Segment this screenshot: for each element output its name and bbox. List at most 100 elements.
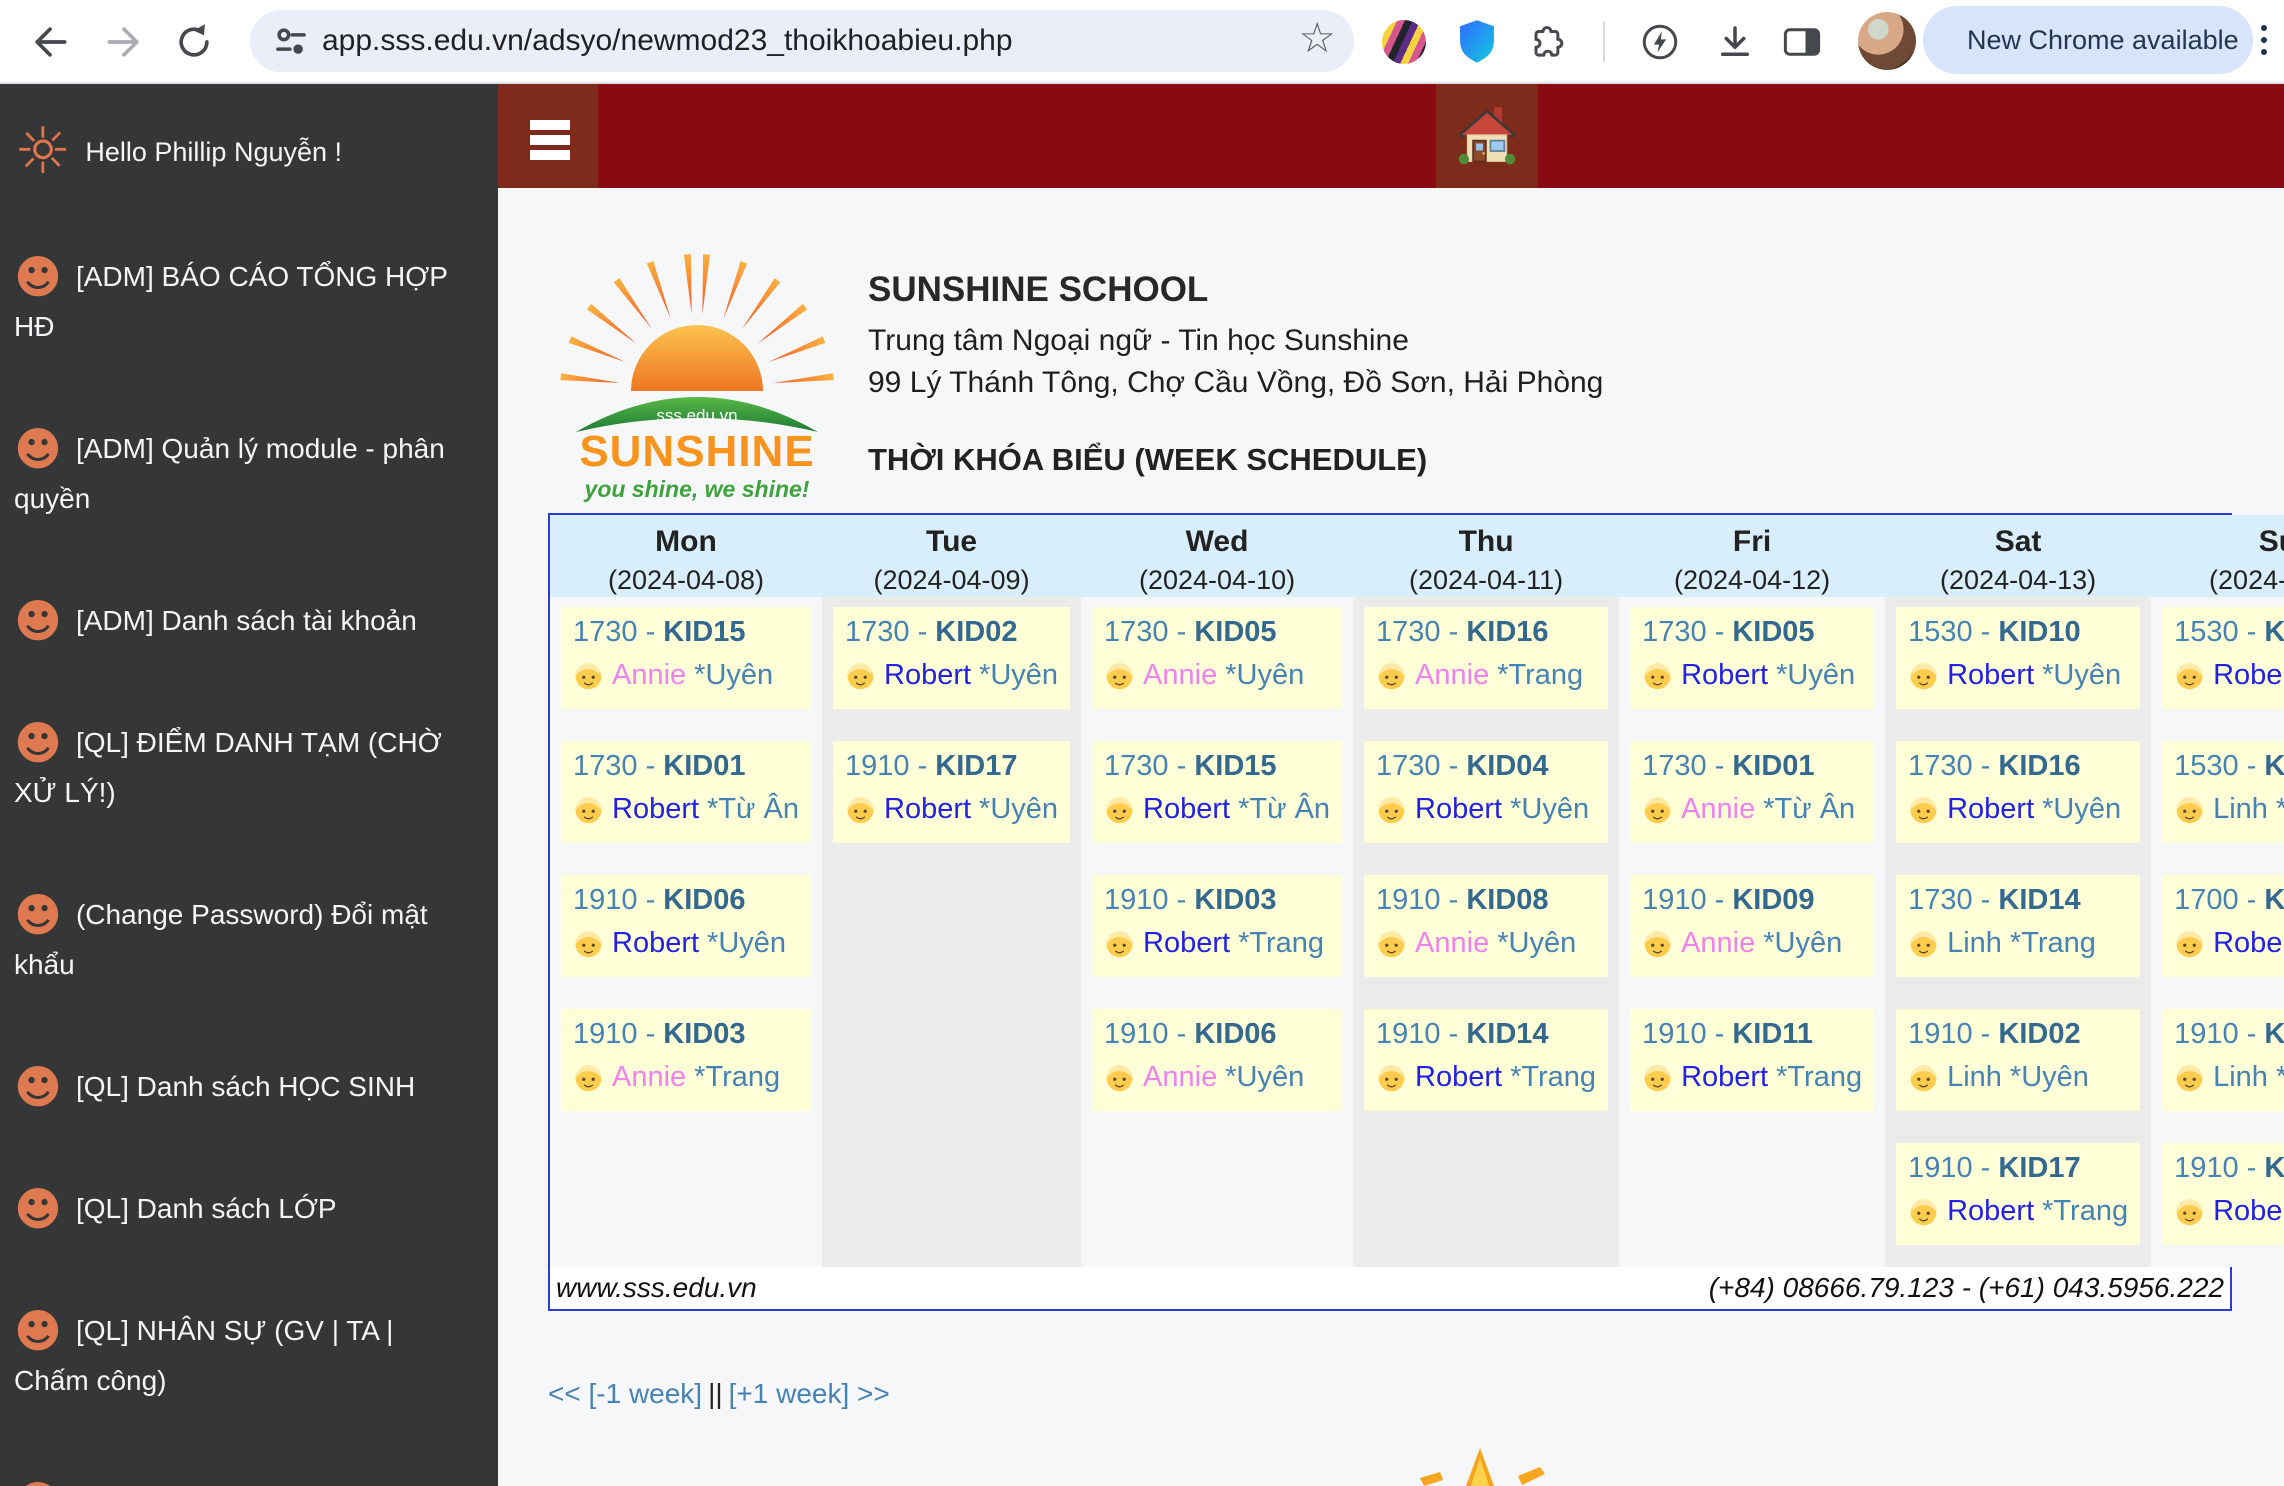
chrome-update-button[interactable]: New Chrome available: [1923, 6, 2267, 74]
entry-class-link[interactable]: KID05: [1194, 616, 1276, 648]
entry-teacher-link[interactable]: Robert: [612, 793, 699, 826]
color-circle-extension-icon[interactable]: [1382, 20, 1426, 64]
schedule-entry: 1730 - KID15 Robert *Từ Ân: [1092, 741, 1343, 843]
entry-time: 1730: [1642, 750, 1707, 782]
entry-class-link[interactable]: KID06: [663, 884, 745, 916]
url-text[interactable]: app.sss.edu.vn/adsyo/newmod23_thoikhoabi…: [322, 24, 1013, 58]
entry-teacher-link[interactable]: Annie: [1143, 1061, 1217, 1094]
side-panel-icon[interactable]: [1774, 14, 1830, 70]
entry-teacher-link[interactable]: Robert: [1947, 659, 2034, 692]
hamburger-menu-button[interactable]: [498, 84, 598, 188]
entry-time: 1910: [1642, 1018, 1707, 1050]
entry-teacher-link[interactable]: Robert: [884, 659, 971, 692]
entry-class-link[interactable]: KID14: [1466, 1018, 1548, 1050]
entry-teacher-link[interactable]: Linh: [2213, 793, 2268, 826]
url-bar[interactable]: app.sss.edu.vn/adsyo/newmod23_thoikhoabi…: [250, 10, 1354, 72]
entry-class-link[interactable]: KID15: [1194, 750, 1276, 782]
site-info-icon[interactable]: [272, 23, 310, 66]
entry-teacher-link[interactable]: Annie: [1415, 927, 1489, 960]
entry-teacher-link[interactable]: Linh: [1947, 927, 2002, 960]
entry-time: 1910: [1376, 884, 1441, 916]
entry-teacher-link[interactable]: Robert: [1681, 659, 1768, 692]
entry-teacher-link[interactable]: Annie: [1143, 659, 1217, 692]
entry-class-link[interactable]: KID06: [1194, 1018, 1276, 1050]
entry-teacher-link[interactable]: Annie: [612, 1061, 686, 1094]
entry-class-link[interactable]: KID04: [1466, 750, 1548, 782]
sidebar-item-1[interactable]: ☻ [ADM] BÁO CÁO TỔNG HỢP HĐ: [14, 252, 466, 352]
entry-teacher-link[interactable]: Annie: [1681, 927, 1755, 960]
entry-class-link[interactable]: KID16: [1466, 616, 1548, 648]
sidebar-item-4[interactable]: ☻ [QL] ĐIỂM DANH TẠM (CHỜ XỬ LÝ!): [14, 718, 466, 818]
entry-class-link[interactable]: KID15: [663, 616, 745, 648]
reload-button[interactable]: [166, 14, 222, 70]
sidebar-item-5[interactable]: ☻ (Change Password) Đổi mật khẩu: [14, 890, 466, 990]
entry-teacher-link[interactable]: Annie: [1415, 659, 1489, 692]
entry-class-link[interactable]: KID10: [2264, 750, 2284, 782]
back-button[interactable]: [22, 14, 78, 70]
entry-class-link[interactable]: KID02: [1998, 1018, 2080, 1050]
entry-teacher-link[interactable]: Robert: [612, 927, 699, 960]
smiley-icon: ☻: [14, 1182, 62, 1236]
entry-class-link[interactable]: KID07: [2264, 616, 2284, 648]
entry-class-link[interactable]: KID11: [1732, 1018, 1813, 1050]
entry-teacher-link[interactable]: Robert: [1143, 927, 1230, 960]
sidebar-item-7[interactable]: ☻ [QL] Danh sách LỚP: [14, 1184, 466, 1234]
entry-teacher-link[interactable]: Linh: [2213, 1061, 2268, 1094]
browser-menu-dots-icon[interactable]: [2260, 25, 2267, 55]
entry-class-link[interactable]: KID11: [2264, 1018, 2284, 1050]
entry-room: *Uyên: [1763, 927, 1843, 959]
entry-teacher-link[interactable]: Robert: [2213, 1195, 2284, 1228]
entry-teacher-link[interactable]: Annie: [1681, 793, 1755, 826]
bookmark-star-icon[interactable]: ☆: [1298, 13, 1336, 62]
entry-teacher-link[interactable]: Robert: [2213, 927, 2284, 960]
entry-dash: -: [1972, 616, 1999, 648]
entry-class-link[interactable]: KID01: [663, 750, 745, 782]
entry-class-link[interactable]: KID17: [1998, 1152, 2080, 1184]
entry-teacher-link[interactable]: Robert: [2213, 659, 2284, 692]
home-button[interactable]: [1436, 84, 1538, 188]
entry-teacher-link[interactable]: Robert: [1947, 1195, 2034, 1228]
entry-class-link[interactable]: KID09: [1732, 884, 1814, 916]
entry-class-link[interactable]: KID01: [1732, 750, 1814, 782]
schedule-entry: 1910 - KID06 Robert *Uyên: [561, 875, 811, 977]
entry-teacher-link[interactable]: Robert: [1415, 793, 1502, 826]
entry-class-link[interactable]: KID03: [1194, 884, 1276, 916]
forward-button[interactable]: [96, 14, 152, 70]
entry-teacher-link[interactable]: Robert: [884, 793, 971, 826]
shield-extension-icon[interactable]: [1449, 14, 1505, 70]
entry-room: *Uyên: [1776, 659, 1856, 691]
entry-class-link[interactable]: KID08: [1466, 884, 1548, 916]
download-icon[interactable]: [1707, 14, 1763, 70]
entry-class-link[interactable]: KID14: [1998, 884, 2080, 916]
entry-time: 1910: [1104, 1018, 1169, 1050]
prev-week-link[interactable]: << [-1 week]: [548, 1378, 702, 1409]
entry-teacher-link[interactable]: Robert: [1415, 1061, 1502, 1094]
entry-class-link[interactable]: KID09: [2264, 1152, 2284, 1184]
profile-avatar[interactable]: [1858, 12, 1916, 70]
entry-class-link[interactable]: KID05: [1732, 616, 1814, 648]
entry-class-link[interactable]: KID16: [1998, 750, 2080, 782]
sidebar-item-9[interactable]: ☻(test) Xem thời khóa biểu: [14, 1478, 466, 1486]
sidebar-item-3[interactable]: ☻ [ADM] Danh sách tài khoản: [14, 596, 466, 646]
schedule-slot: 1910 - KID09 Annie *Uyên: [1619, 875, 1885, 999]
entry-room: *Trang: [2009, 927, 2096, 959]
entry-class-link[interactable]: KID10: [1998, 616, 2080, 648]
entry-class-link[interactable]: KID02: [935, 616, 1017, 648]
entry-teacher-link[interactable]: Linh: [1947, 1061, 2002, 1094]
entry-teacher-link[interactable]: Robert: [1681, 1061, 1768, 1094]
entry-teacher-link[interactable]: Robert: [1947, 793, 2034, 826]
sidebar-item-6[interactable]: ☻ [QL] Danh sách HỌC SINH: [14, 1062, 466, 1112]
schedule-slot: 1730 - KID02 Robert *Uyên: [822, 607, 1081, 731]
entry-dash: -: [1168, 884, 1195, 916]
entry-class-link[interactable]: KID03: [663, 1018, 745, 1050]
sidebar-item-2[interactable]: ☻ [ADM] Quản lý module - phân quyền: [14, 424, 466, 524]
entry-class-link[interactable]: KID17: [935, 750, 1017, 782]
entry-class-link[interactable]: KID08: [2264, 884, 2284, 916]
entry-teacher-link[interactable]: Robert: [1143, 793, 1230, 826]
energy-saver-icon[interactable]: [1632, 14, 1688, 70]
entry-teacher-link[interactable]: Annie: [612, 659, 686, 692]
next-week-link[interactable]: [+1 week] >>: [729, 1378, 890, 1409]
extensions-puzzle-icon[interactable]: [1522, 14, 1578, 70]
sidebar-item-8[interactable]: ☻ [QL] NHÂN SỰ (GV | TA | Chấm công): [14, 1306, 466, 1406]
day-date: (2024-04-12): [1674, 565, 1831, 595]
